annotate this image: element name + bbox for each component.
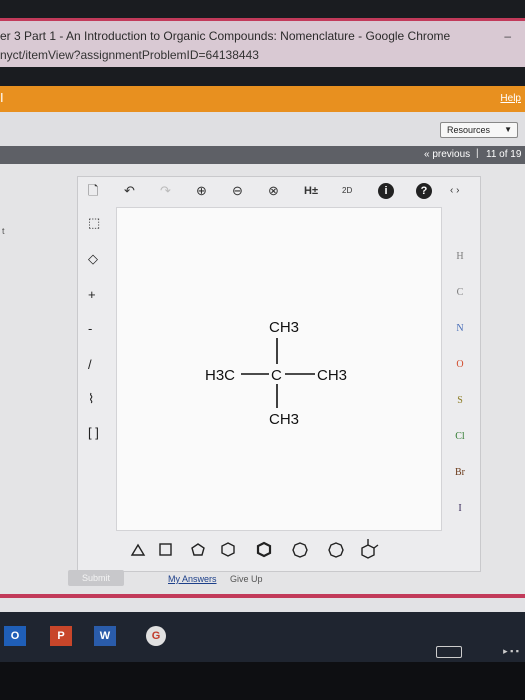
template-ring-icon[interactable]	[361, 539, 379, 559]
undo-icon[interactable]: ↶	[124, 183, 135, 199]
help-link[interactable]: Help	[500, 93, 521, 104]
element-n-button[interactable]: N	[440, 323, 480, 334]
editor-top-toolbar: 🗋 ↶ ↷ ⊕ ⊖ ⊗ H± 2D i ? ‹ ›	[78, 177, 480, 207]
bottom-methyl-label: CH3	[269, 411, 299, 428]
chrome-icon[interactable]: G	[146, 626, 166, 646]
cyclohexane-icon[interactable]	[221, 542, 235, 557]
select-tool-icon[interactable]: ⬚	[88, 215, 100, 231]
negative-charge-icon[interactable]: -	[88, 321, 92, 336]
single-bond-tool-icon[interactable]: /	[88, 357, 92, 372]
element-br-button[interactable]: Br	[440, 467, 480, 478]
zoom-in-icon[interactable]: ⊕	[196, 183, 207, 199]
header-glyph: I	[0, 90, 4, 105]
previous-link[interactable]: « previous	[424, 149, 470, 160]
monitor-bezel	[0, 662, 525, 700]
cyclopropane-icon[interactable]	[130, 543, 146, 556]
os-taskbar: O P W G ▸ ▪ ▪	[0, 612, 525, 662]
zoom-out-icon[interactable]: ⊖	[232, 183, 243, 199]
outlook-icon[interactable]: O	[4, 626, 26, 646]
cyclooctane-icon[interactable]	[328, 542, 344, 558]
window-title: er 3 Part 1 - An Introduction to Organic…	[0, 29, 451, 43]
submit-button[interactable]: Submit	[68, 570, 124, 586]
element-s-button[interactable]: S	[440, 395, 480, 406]
page-counter: 11 of 19	[486, 149, 522, 160]
browser-title-bar: er 3 Part 1 - An Introduction to Organic…	[0, 18, 525, 67]
benzene-icon[interactable]	[256, 541, 272, 558]
cycloheptane-icon[interactable]	[292, 542, 308, 558]
new-document-icon[interactable]: 🗋	[88, 183, 98, 199]
right-methyl-label: CH3	[317, 367, 347, 384]
element-cl-button[interactable]: Cl	[440, 431, 480, 442]
problem-navigation: « previous | 11 of 19	[0, 146, 525, 164]
element-o-button[interactable]: O	[440, 359, 480, 370]
dropdown-arrow-icon: ▼	[504, 125, 512, 134]
resources-row: Resources ▼	[0, 112, 525, 146]
chain-tool-icon[interactable]: ⌇	[88, 391, 94, 407]
element-palette: H C N O S Cl Br I	[440, 207, 480, 537]
left-methyl-label: H3C	[205, 367, 235, 384]
positive-charge-icon[interactable]: +	[88, 287, 96, 302]
app-header-bar: I Help	[0, 86, 525, 112]
element-h-button[interactable]: H	[440, 251, 480, 262]
resources-label: Resources	[447, 125, 491, 135]
top-methyl-label: CH3	[269, 319, 299, 336]
keyboard-icon[interactable]	[436, 646, 462, 658]
info-icon[interactable]: i	[378, 183, 394, 199]
address-bar-url[interactable]: nyct/itemView?assignmentProblemID=641384…	[0, 48, 259, 62]
clear-icon[interactable]: ⊗	[268, 183, 279, 199]
drawing-canvas[interactable]: CH3 H3C C CH3 CH3	[116, 207, 442, 531]
element-i-button[interactable]: I	[440, 503, 480, 514]
resources-dropdown[interactable]: Resources ▼	[440, 122, 518, 138]
redo-icon[interactable]: ↷	[160, 183, 171, 199]
nav-separator: |	[476, 148, 479, 159]
cyclopentane-icon[interactable]	[191, 543, 205, 556]
bracket-tool-icon[interactable]: [ ]	[88, 425, 99, 440]
system-tray-icon[interactable]: ▸ ▪ ▪	[503, 646, 519, 657]
side-text-fragment: t	[2, 226, 5, 236]
central-carbon-label: C	[271, 367, 282, 384]
molecule-drawing: CH3 H3C C CH3 CH3	[205, 319, 347, 428]
cyclobutane-icon[interactable]	[159, 543, 172, 556]
eraser-tool-icon[interactable]: ◇	[88, 251, 98, 267]
hydrogen-toggle-button[interactable]: H±	[304, 183, 318, 199]
editor-left-toolbar: ⬚ ◇ + - / ⌇ [ ]	[78, 207, 116, 537]
ring-toolbar	[116, 533, 440, 567]
answer-actions: Submit My Answers Give Up	[0, 568, 525, 590]
word-icon[interactable]: W	[94, 626, 116, 646]
element-c-button[interactable]: C	[440, 287, 480, 298]
view-2d-icon[interactable]: 2D	[342, 183, 352, 199]
powerpoint-icon[interactable]: P	[50, 626, 72, 646]
molecule-editor: 🗋 ↶ ↷ ⊕ ⊖ ⊗ H± 2D i ? ‹ › ⬚ ◇ + - / ⌇ [ …	[77, 176, 481, 572]
panel-collapse-icon[interactable]: ‹ ›	[450, 183, 459, 199]
minimize-button[interactable]: –	[504, 29, 511, 43]
page-footer	[0, 598, 525, 612]
give-up-link[interactable]: Give Up	[230, 574, 263, 584]
help-icon[interactable]: ?	[416, 183, 432, 199]
my-answers-link[interactable]: My Answers	[168, 574, 217, 584]
